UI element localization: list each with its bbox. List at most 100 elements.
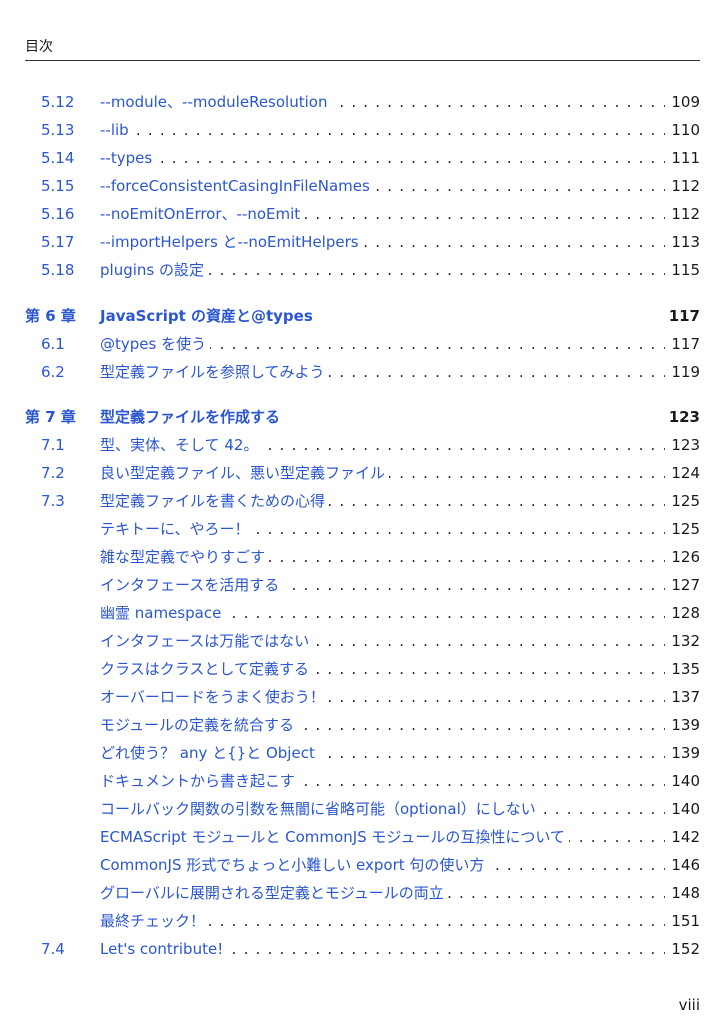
toc-entry[interactable]: 5.12....................................… <box>0 91 724 113</box>
toc-entry[interactable]: ........................................… <box>0 742 724 764</box>
chapter-heading[interactable]: 第 6 章...................................… <box>0 305 724 327</box>
entry-title[interactable]: 型、実体、そして 42。 <box>100 434 263 456</box>
toc-entry[interactable]: ........................................… <box>0 910 724 932</box>
page-header: 目次 <box>25 36 700 61</box>
entry-title[interactable]: --forceConsistentCasingInFileNames <box>100 175 374 197</box>
entry-page: 148 <box>665 882 700 904</box>
entry-page: 112 <box>665 203 700 225</box>
leader-dots: ........................................… <box>100 149 700 167</box>
entry-title[interactable]: JavaScript の資産と@types <box>100 305 317 327</box>
entry-number: 5.13 <box>41 121 75 139</box>
toc-entry[interactable]: ........................................… <box>0 518 724 540</box>
toc-entry[interactable]: 7.1.....................................… <box>0 434 724 456</box>
entry-title[interactable]: Let's contribute! <box>100 938 228 960</box>
entry-title[interactable]: 型定義ファイルを書くための心得 <box>100 490 330 512</box>
toc-entry[interactable]: ........................................… <box>0 658 724 680</box>
toc-entry[interactable]: 5.15....................................… <box>0 175 724 197</box>
entry-number: 6.2 <box>41 363 65 381</box>
toc-entry[interactable]: ........................................… <box>0 714 724 736</box>
entry-title[interactable]: --importHelpers と--noEmitHelpers <box>100 231 363 253</box>
header-title: 目次 <box>25 39 53 55</box>
entry-page: 124 <box>665 462 700 484</box>
toc-entry[interactable]: ........................................… <box>0 546 724 568</box>
toc-entry[interactable]: 6.1.....................................… <box>0 333 724 355</box>
entry-number: 5.12 <box>41 93 75 111</box>
toc-entry[interactable]: ........................................… <box>0 854 724 876</box>
entry-title[interactable]: --lib <box>100 119 133 141</box>
entry-page: 109 <box>665 91 700 113</box>
entry-page: 117 <box>665 333 700 355</box>
entry-number: 5.17 <box>41 233 75 251</box>
entry-page: 135 <box>665 658 700 680</box>
entry-title[interactable]: グローバルに展開される型定義とモジュールの両立 <box>100 882 448 904</box>
toc-entry[interactable]: ........................................… <box>0 630 724 652</box>
entry-number: 第 6 章 <box>25 307 76 325</box>
toc-entry[interactable]: 5.13....................................… <box>0 119 724 141</box>
entry-page: 126 <box>665 546 700 568</box>
toc-entry[interactable]: ........................................… <box>0 770 724 792</box>
entry-title[interactable]: 良い型定義ファイル、悪い型定義ファイル <box>100 462 390 484</box>
entry-title[interactable]: 型定義ファイルを作成する <box>100 406 285 428</box>
entry-title[interactable]: クラスはクラスとして定義する <box>100 658 313 680</box>
entry-title[interactable]: --types <box>100 147 157 169</box>
entry-page: 125 <box>665 518 700 540</box>
entry-number: 7.2 <box>41 464 65 482</box>
entry-title[interactable]: どれ使う？ any と{}と Object <box>100 742 319 764</box>
toc-entry[interactable]: 5.18....................................… <box>0 259 724 281</box>
entry-number: 5.16 <box>41 205 75 223</box>
entry-title[interactable]: --module、--moduleResolution <box>100 91 332 113</box>
entry-title[interactable]: オーバーロードをうまく使おう！ <box>100 686 329 708</box>
entry-title[interactable]: コールバック関数の引数を無闇に省略可能（optional）にしない <box>100 798 540 820</box>
entry-page: 132 <box>665 630 700 652</box>
entry-title[interactable]: @types を使う <box>100 333 211 355</box>
entry-number: 7.3 <box>41 492 65 510</box>
entry-page: 123 <box>665 434 700 456</box>
entry-title[interactable]: インタフェースは万能ではない <box>100 630 314 652</box>
entry-page: 139 <box>665 742 700 764</box>
entry-title[interactable]: インタフェースを活用する <box>100 574 284 596</box>
toc-entry[interactable]: 5.14....................................… <box>0 147 724 169</box>
entry-title[interactable]: plugins の設定 <box>100 259 208 281</box>
entry-number: 7.4 <box>41 940 65 958</box>
entry-page: 152 <box>665 938 700 960</box>
entry-number: 5.14 <box>41 149 75 167</box>
toc-entry[interactable]: ........................................… <box>0 602 724 624</box>
entry-page: 146 <box>665 854 700 876</box>
entry-title[interactable]: 幽霊 namespace <box>100 602 226 624</box>
entry-title[interactable]: 最終チェック！ <box>100 910 210 932</box>
entry-page: 115 <box>665 259 700 281</box>
toc-entry[interactable]: ........................................… <box>0 798 724 820</box>
entry-page: 140 <box>665 770 700 792</box>
entry-page: 127 <box>665 574 700 596</box>
entry-number: 6.1 <box>41 335 65 353</box>
entry-title[interactable]: テキトーに、やろー！ <box>100 518 254 540</box>
entry-title[interactable]: CommonJS 形式でちょっと小難しい export 句の使い方 <box>100 854 489 876</box>
entry-page: 112 <box>665 175 700 197</box>
toc-entry[interactable]: 7.2.....................................… <box>0 462 724 484</box>
entry-title[interactable]: ECMAScript モジュールと CommonJS モジュールの互換性について <box>100 826 569 848</box>
toc-entry[interactable]: 5.17....................................… <box>0 231 724 253</box>
toc-entry[interactable]: 6.2.....................................… <box>0 361 724 383</box>
entry-title[interactable]: モジュールの定義を統合する <box>100 714 298 736</box>
entry-page: 137 <box>665 686 700 708</box>
entry-page: 140 <box>665 798 700 820</box>
chapter-heading[interactable]: 第 7 章...................................… <box>0 406 724 428</box>
toc-entry[interactable]: 7.3.....................................… <box>0 490 724 512</box>
toc-entry[interactable]: ........................................… <box>0 882 724 904</box>
entry-page: 142 <box>665 826 700 848</box>
toc-entry[interactable]: 7.4.....................................… <box>0 938 724 960</box>
toc-entry[interactable]: 5.16....................................… <box>0 203 724 225</box>
entry-title[interactable]: ドキュメントから書き起こす <box>100 770 299 792</box>
toc-entry[interactable]: ........................................… <box>0 826 724 848</box>
page-number: viii <box>678 996 700 1014</box>
entry-title[interactable]: 雑な型定義でやりすごす <box>100 546 270 568</box>
entry-number: 第 7 章 <box>25 408 76 426</box>
entry-title[interactable]: --noEmitOnError、--noEmit <box>100 203 305 225</box>
entry-page: 125 <box>665 490 700 512</box>
entry-page: 110 <box>665 119 700 141</box>
entry-title[interactable]: 型定義ファイルを参照してみよう <box>100 361 329 383</box>
entry-number: 5.15 <box>41 177 75 195</box>
toc-entry[interactable]: ........................................… <box>0 574 724 596</box>
entry-page: 139 <box>665 714 700 736</box>
toc-entry[interactable]: ........................................… <box>0 686 724 708</box>
